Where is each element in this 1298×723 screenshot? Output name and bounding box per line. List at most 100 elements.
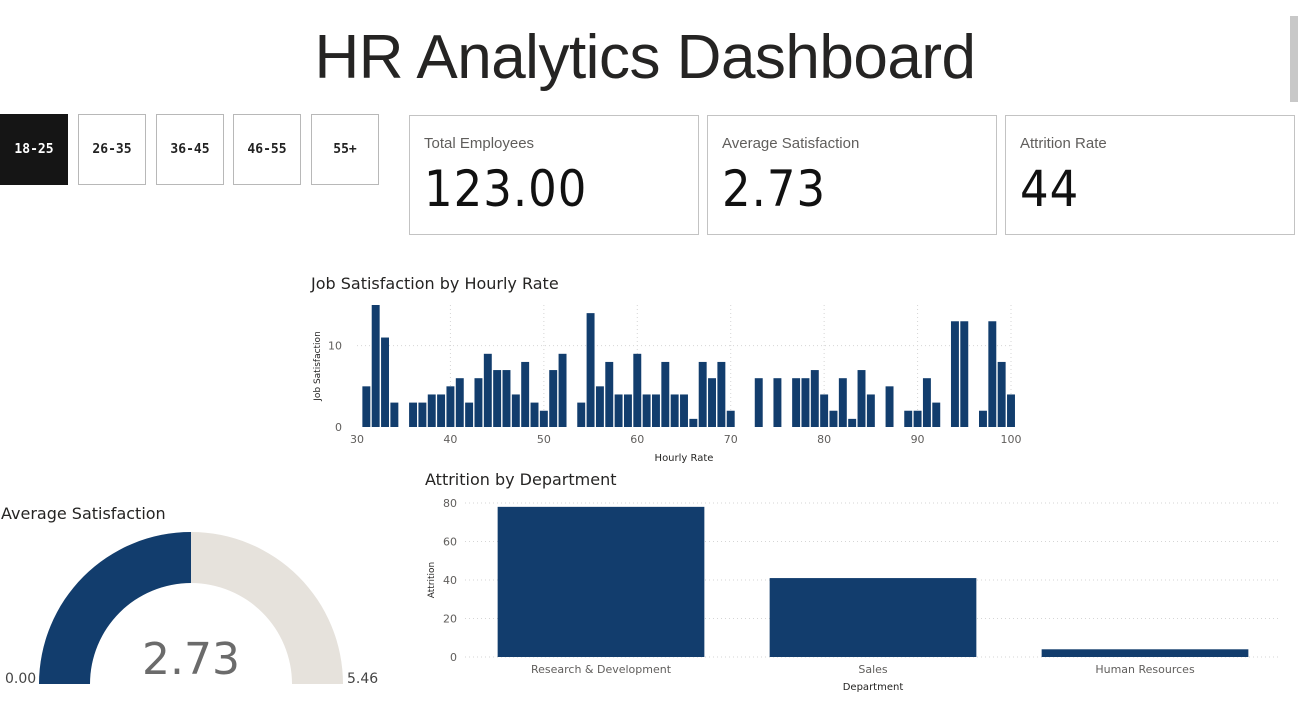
- age-filter-26-35[interactable]: 26-35: [78, 114, 146, 185]
- bar: [726, 410, 735, 427]
- bar: [577, 402, 586, 427]
- age-filter-46-55[interactable]: 46-55: [233, 114, 301, 185]
- x-tick-label: 100: [1001, 433, 1022, 446]
- kpi-value: 44: [1020, 160, 1080, 218]
- bar: [829, 410, 838, 427]
- bar: [1007, 394, 1015, 427]
- x-axis-label: Department: [843, 682, 904, 693]
- bar: [409, 402, 418, 427]
- bar: [708, 378, 716, 427]
- bar: [922, 378, 931, 427]
- bar: [502, 370, 511, 427]
- bar: [497, 506, 705, 657]
- bar: [792, 378, 801, 427]
- bar: [511, 394, 520, 427]
- scrollbar[interactable]: [1290, 16, 1298, 102]
- bar: [371, 305, 380, 427]
- bar: [689, 418, 698, 427]
- kpi-value: 123.00: [424, 160, 588, 218]
- bar: [769, 578, 977, 657]
- bar: [418, 402, 427, 427]
- bar: [530, 402, 539, 427]
- y-tick-label: 0: [335, 421, 342, 434]
- x-tick-label: 90: [911, 433, 925, 446]
- bar: [521, 361, 530, 427]
- bar: [390, 402, 399, 427]
- bar: [801, 378, 810, 427]
- bar: [773, 378, 782, 427]
- y-tick-label: 60: [443, 536, 457, 549]
- job-satisfaction-chart: 30 40 50 60 70 80 90 100 0 10 Hourly Rate Job Satis…: [313, 305, 1022, 464]
- y-tick-label: 0: [450, 651, 457, 664]
- bar: [960, 321, 969, 427]
- y-axis-label: Job Satisfaction: [313, 331, 323, 402]
- x-tick-label: 70: [724, 433, 738, 446]
- bar: [642, 394, 651, 427]
- kpi-label: Total Employees: [424, 135, 535, 152]
- x-tick-label: 80: [817, 433, 831, 446]
- bar: [483, 353, 492, 427]
- bar: [913, 410, 922, 427]
- kpi-card-total-employees: Total Employees 123.00: [409, 115, 699, 235]
- bar: [381, 337, 389, 427]
- x-tick-label: 50: [537, 433, 551, 446]
- attrition-by-department-chart: 0 20 40 60 80 Research & Development Sales Huma…: [427, 497, 1281, 693]
- bar: [465, 402, 474, 427]
- bar: [427, 394, 436, 427]
- average-satisfaction-gauge: 2.73 0.00 5.46: [5, 532, 378, 687]
- bar: [446, 386, 455, 427]
- bar: [586, 313, 595, 427]
- bar: [904, 410, 913, 427]
- kpi-value: 2.73: [722, 160, 827, 218]
- bar: [680, 394, 688, 427]
- x-tick-label: Human Resources: [1095, 663, 1195, 676]
- bar: [979, 410, 987, 427]
- bar: [997, 361, 1006, 427]
- y-axis-label: Attrition: [427, 562, 437, 599]
- bar: [623, 394, 632, 427]
- y-tick-label: 10: [328, 340, 342, 353]
- page-title: HR Analytics Dashboard: [314, 23, 976, 92]
- bar: [820, 394, 829, 427]
- bar: [670, 394, 679, 427]
- bar: [558, 353, 567, 427]
- y-tick-label: 80: [443, 497, 457, 510]
- bar: [605, 361, 614, 427]
- gauge-max-label: 5.46: [347, 671, 378, 687]
- bar: [932, 402, 941, 427]
- x-tick-label: Sales: [858, 663, 888, 676]
- bar: [950, 321, 959, 427]
- bar: [1041, 649, 1249, 657]
- kpi-card-attrition-rate: Attrition Rate 44: [1005, 115, 1295, 235]
- bar: [362, 386, 371, 427]
- bar: [661, 361, 670, 427]
- chart-title-job-satisfaction: Job Satisfaction by Hourly Rate: [311, 274, 559, 293]
- bar: [988, 321, 997, 427]
- bar: [437, 394, 446, 427]
- bar: [857, 370, 866, 427]
- age-filter-18-25[interactable]: 18-25: [0, 114, 68, 185]
- age-filter-55-plus[interactable]: 55+: [311, 114, 379, 185]
- bar: [866, 394, 875, 427]
- bar: [493, 370, 502, 427]
- chart-title-gauge: Average Satisfaction: [1, 504, 166, 523]
- chart-title-attrition: Attrition by Department: [425, 470, 617, 489]
- kpi-label: Attrition Rate: [1020, 135, 1107, 152]
- bar: [633, 353, 642, 427]
- bar: [754, 378, 763, 427]
- x-tick-label: Research & Development: [531, 663, 672, 676]
- bar: [698, 361, 707, 427]
- bar: [474, 378, 483, 427]
- bar: [539, 410, 548, 427]
- x-axis-label: Hourly Rate: [655, 453, 714, 464]
- y-tick-label: 40: [443, 574, 457, 587]
- kpi-label: Average Satisfaction: [722, 135, 860, 152]
- gauge-min-label: 0.00: [5, 671, 36, 687]
- x-tick-label: 30: [350, 433, 364, 446]
- x-tick-label: 40: [443, 433, 457, 446]
- bar: [717, 361, 726, 427]
- kpi-card-average-satisfaction: Average Satisfaction 2.73: [707, 115, 997, 235]
- gauge-value-label: 2.73: [142, 634, 240, 685]
- bar: [652, 394, 660, 427]
- age-filter-36-45[interactable]: 36-45: [156, 114, 224, 185]
